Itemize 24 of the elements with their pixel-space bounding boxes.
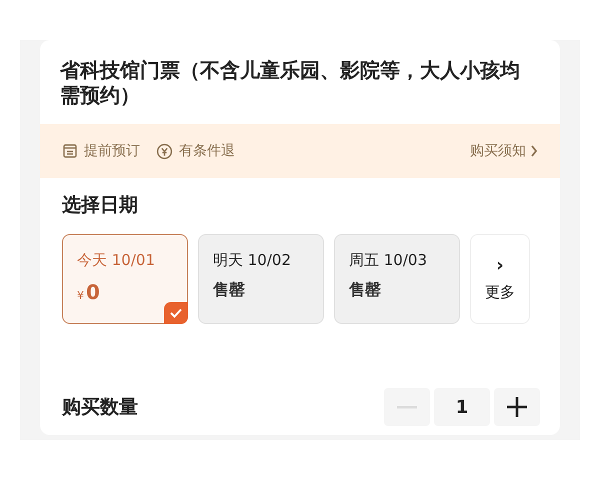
date-option[interactable]: 今天 10/01 ¥0 [62,234,188,324]
date-label: 明天 10/02 [213,251,292,270]
quantity-value: 1 [434,388,490,426]
date-label: 今天 10/01 [77,251,156,270]
calendar-icon [62,143,78,159]
quantity-label: 购买数量 [62,395,138,420]
notice-text: 提前预订 [84,142,140,160]
plus-icon [507,397,527,417]
more-dates-button[interactable]: › 更多 [470,234,530,324]
date-label: 周五 10/03 [349,251,428,270]
chevron-right-icon [530,145,538,157]
sold-out-text: 售罄 [213,280,245,301]
currency-symbol: ¥ [77,289,84,302]
purchase-notes-link[interactable]: 购买须知 [470,142,538,160]
yen-coin-icon [156,142,173,160]
date-option[interactable]: 明天 10/02 售罄 [198,234,324,324]
notice-text: 有条件退 [179,142,235,160]
plus-button[interactable] [494,388,540,426]
sold-out-text: 售罄 [349,280,381,301]
ticket-title: 省科技馆门票（不含儿童乐园、影院等，大人小孩均需预约） [59,57,521,109]
section-heading: 选择日期 [61,193,139,218]
price-text: 0 [86,280,100,304]
check-icon [164,302,188,324]
date-option[interactable]: 周五 10/03 售罄 [334,234,460,324]
